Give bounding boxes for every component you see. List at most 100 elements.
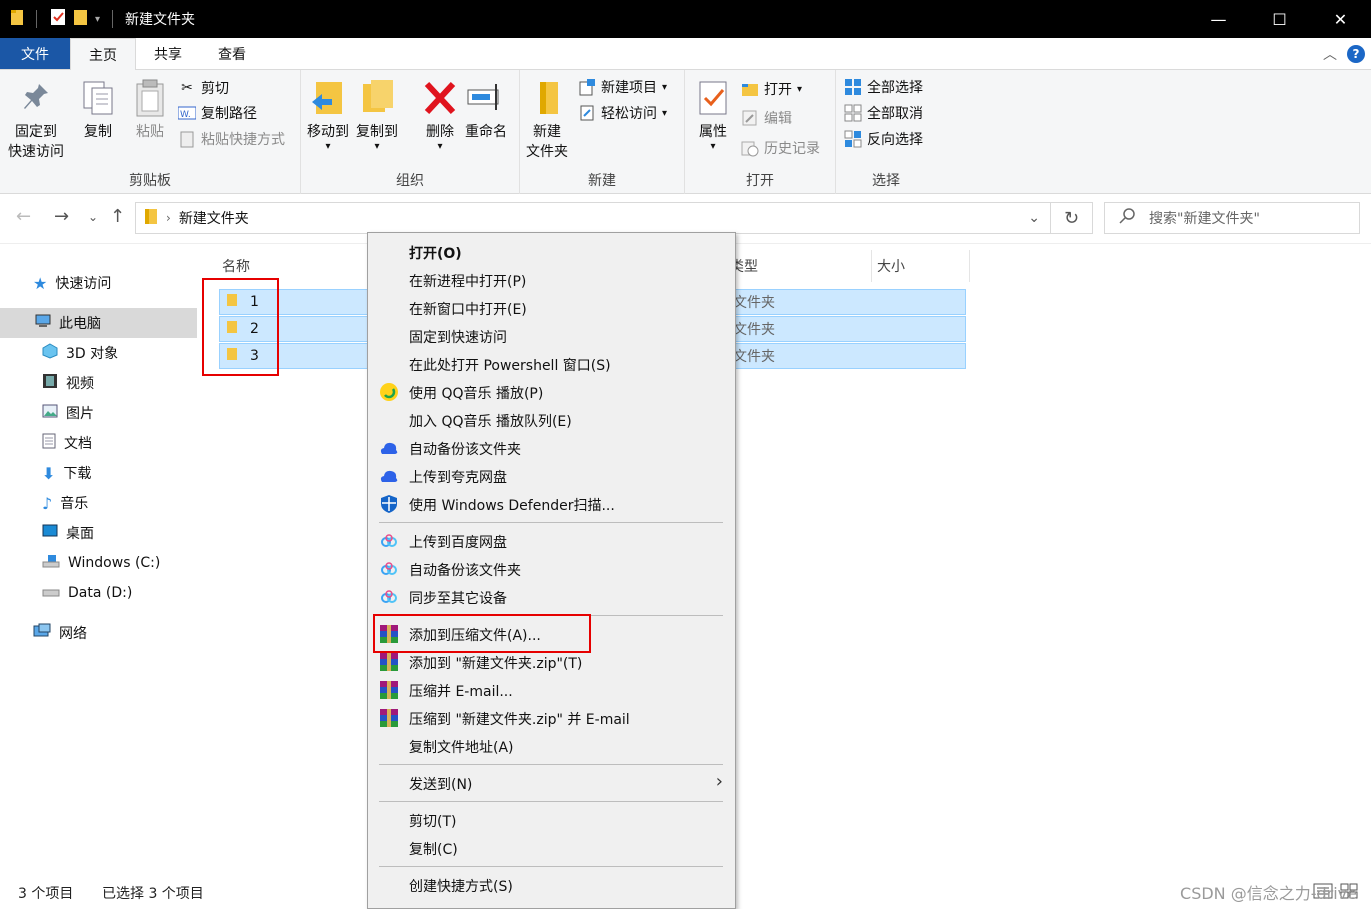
copy-path-icon: W. <box>178 104 196 122</box>
properties-icon[interactable] <box>49 8 67 30</box>
maximize-button[interactable]: ☐ <box>1249 0 1310 38</box>
delete-button[interactable]: 删除 ▾ <box>420 76 460 152</box>
menu-item-quark-backup[interactable]: 自动备份该文件夹 <box>368 434 735 462</box>
breadcrumb-chevron-icon[interactable]: › <box>166 211 171 225</box>
copy-icon <box>78 76 118 120</box>
menu-separator <box>379 522 723 523</box>
back-arrow-icon[interactable]: ← <box>16 206 31 227</box>
column-header-type[interactable]: 类型 <box>730 250 872 282</box>
menu-item-baidu-backup[interactable]: 自动备份该文件夹 <box>368 555 735 583</box>
search-placeholder[interactable]: 搜索"新建文件夹" <box>1149 208 1260 228</box>
menu-item-open-new-window[interactable]: 在新窗口中打开(E) <box>368 294 735 322</box>
nav-item-downloads[interactable]: ⬇ 下载 <box>0 458 197 488</box>
search-box[interactable]: 搜索"新建文件夹" <box>1104 202 1360 234</box>
copy-button[interactable]: 复制 <box>78 76 118 142</box>
column-header-size[interactable]: 大小 <box>877 250 970 282</box>
move-to-button[interactable]: 移动到 ▾ <box>307 76 349 152</box>
menu-item-create-shortcut[interactable]: 创建快捷方式(S) <box>368 871 735 899</box>
clipboard-group: 固定到 快速访问 复制 粘贴 ✂ 剪切 W. 复制路径 粘贴快捷方式 剪贴板 <box>0 70 301 194</box>
menu-item-copy-file-address[interactable]: 复制文件地址(A) <box>368 732 735 760</box>
forward-arrow-icon[interactable]: → <box>54 206 69 227</box>
new-folder-icon[interactable] <box>73 8 89 30</box>
minimize-button[interactable]: — <box>1188 0 1249 38</box>
move-to-icon <box>308 76 348 120</box>
nav-item-windows-c[interactable]: Windows (C:) <box>0 548 197 578</box>
open-button[interactable]: 打开 ▾ <box>741 77 802 101</box>
menu-separator <box>379 866 723 867</box>
select-none-icon <box>844 104 862 122</box>
new-item-button[interactable]: 新建项目 ▾ <box>578 75 667 99</box>
desktop-icon <box>42 524 58 542</box>
folder-icon <box>10 8 24 30</box>
search-icon <box>1119 208 1135 228</box>
menu-item-pin-quick-access[interactable]: 固定到快速访问 <box>368 322 735 350</box>
folder-icon <box>144 207 158 229</box>
paste-button[interactable]: 粘贴 <box>130 76 170 142</box>
nav-item-documents[interactable]: 文档 <box>0 428 197 458</box>
baidu-icon <box>379 587 399 607</box>
organize-group-label: 组织 <box>396 173 424 189</box>
history-button[interactable]: 历史记录 <box>741 136 820 160</box>
menu-item-defender-scan[interactable]: 使用 Windows Defender扫描... <box>368 490 735 518</box>
new-folder-button[interactable]: 新建 文件夹 <box>526 76 568 162</box>
edit-button[interactable]: 编辑 <box>741 106 792 130</box>
up-arrow-icon[interactable]: ↑ <box>110 206 125 227</box>
properties-button[interactable]: 属性 ▾ <box>693 76 733 152</box>
nav-item-pictures[interactable]: 图片 <box>0 398 197 428</box>
refresh-icon[interactable]: ↻ <box>1051 202 1093 234</box>
pin-quick-access-button[interactable]: 固定到 快速访问 <box>8 76 64 162</box>
tab-home[interactable]: 主页 <box>70 38 136 70</box>
new-folder-icon <box>527 76 567 120</box>
copy-to-icon <box>357 76 397 120</box>
winrar-icon <box>379 708 399 728</box>
menu-item-quark-upload[interactable]: 上传到夸克网盘 <box>368 462 735 490</box>
breadcrumb-current[interactable]: 新建文件夹 <box>179 208 249 228</box>
nav-item-quick-access[interactable]: ★ 快速访问 <box>0 268 197 298</box>
menu-item-cut[interactable]: 剪切(T) <box>368 806 735 834</box>
select-all-button[interactable]: 全部选择 <box>844 75 923 99</box>
easy-access-button[interactable]: 轻松访问 ▾ <box>578 101 667 125</box>
paste-shortcut-button[interactable]: 粘贴快捷方式 <box>178 127 285 151</box>
customize-quick-access-icon[interactable]: ▾ <box>95 14 100 25</box>
menu-item-baidu-sync[interactable]: 同步至其它设备 <box>368 583 735 611</box>
select-none-button[interactable]: 全部取消 <box>844 101 923 125</box>
copy-to-button[interactable]: 复制到 ▾ <box>356 76 398 152</box>
menu-item-qqmusic-play[interactable]: 使用 QQ音乐 播放(P) <box>368 378 735 406</box>
menu-item-baidu-upload[interactable]: 上传到百度网盘 <box>368 527 735 555</box>
menu-item-qqmusic-queue[interactable]: 加入 QQ音乐 播放队列(E) <box>368 406 735 434</box>
highlight-box-files <box>202 278 279 376</box>
menu-item-compress-zip-email[interactable]: 压缩到 "新建文件夹.zip" 并 E-mail <box>368 704 735 732</box>
nav-item-network[interactable]: 网络 <box>0 618 197 648</box>
invert-selection-button[interactable]: 反向选择 <box>844 127 923 151</box>
menu-item-open[interactable]: 打开(O) <box>368 238 735 266</box>
menu-item-copy[interactable]: 复制(C) <box>368 834 735 862</box>
nav-item-this-pc[interactable]: 此电脑 <box>0 308 197 338</box>
nav-item-videos[interactable]: 视频 <box>0 368 197 398</box>
copy-path-button[interactable]: W. 复制路径 <box>178 101 257 125</box>
tab-share[interactable]: 共享 <box>136 38 200 69</box>
menu-item-compress-email[interactable]: 压缩并 E-mail... <box>368 676 735 704</box>
rename-button[interactable]: 重命名 <box>465 76 507 142</box>
collapse-ribbon-icon[interactable]: ︿ <box>1323 44 1337 64</box>
menu-item-open-new-process[interactable]: 在新进程中打开(P) <box>368 266 735 294</box>
nav-item-music[interactable]: ♪ 音乐 <box>0 488 197 518</box>
address-bar[interactable]: › 新建文件夹 ⌄ <box>135 202 1051 234</box>
nav-item-3d-objects[interactable]: 3D 对象 <box>0 338 197 368</box>
menu-item-open-powershell[interactable]: 在此处打开 Powershell 窗口(S) <box>368 350 735 378</box>
tab-view[interactable]: 查看 <box>200 38 264 69</box>
video-icon <box>42 373 58 393</box>
edit-icon <box>741 109 759 127</box>
baidu-icon <box>379 531 399 551</box>
menu-item-send-to[interactable]: 发送到(N) › <box>368 769 735 797</box>
cut-button[interactable]: ✂ 剪切 <box>178 76 229 100</box>
recent-locations-icon[interactable]: ⌄ <box>88 210 98 224</box>
address-dropdown-icon[interactable]: ⌄ <box>1028 210 1040 226</box>
clipboard-group-label: 剪贴板 <box>129 173 171 189</box>
selected-count: 已选择 3 个项目 <box>102 885 204 902</box>
help-icon[interactable]: ? <box>1347 45 1365 63</box>
tab-file[interactable]: 文件 <box>0 38 70 69</box>
nav-item-data-d[interactable]: Data (D:) <box>0 578 197 608</box>
nav-item-desktop[interactable]: 桌面 <box>0 518 197 548</box>
star-icon: ★ <box>33 273 48 293</box>
close-button[interactable]: ✕ <box>1310 0 1371 38</box>
